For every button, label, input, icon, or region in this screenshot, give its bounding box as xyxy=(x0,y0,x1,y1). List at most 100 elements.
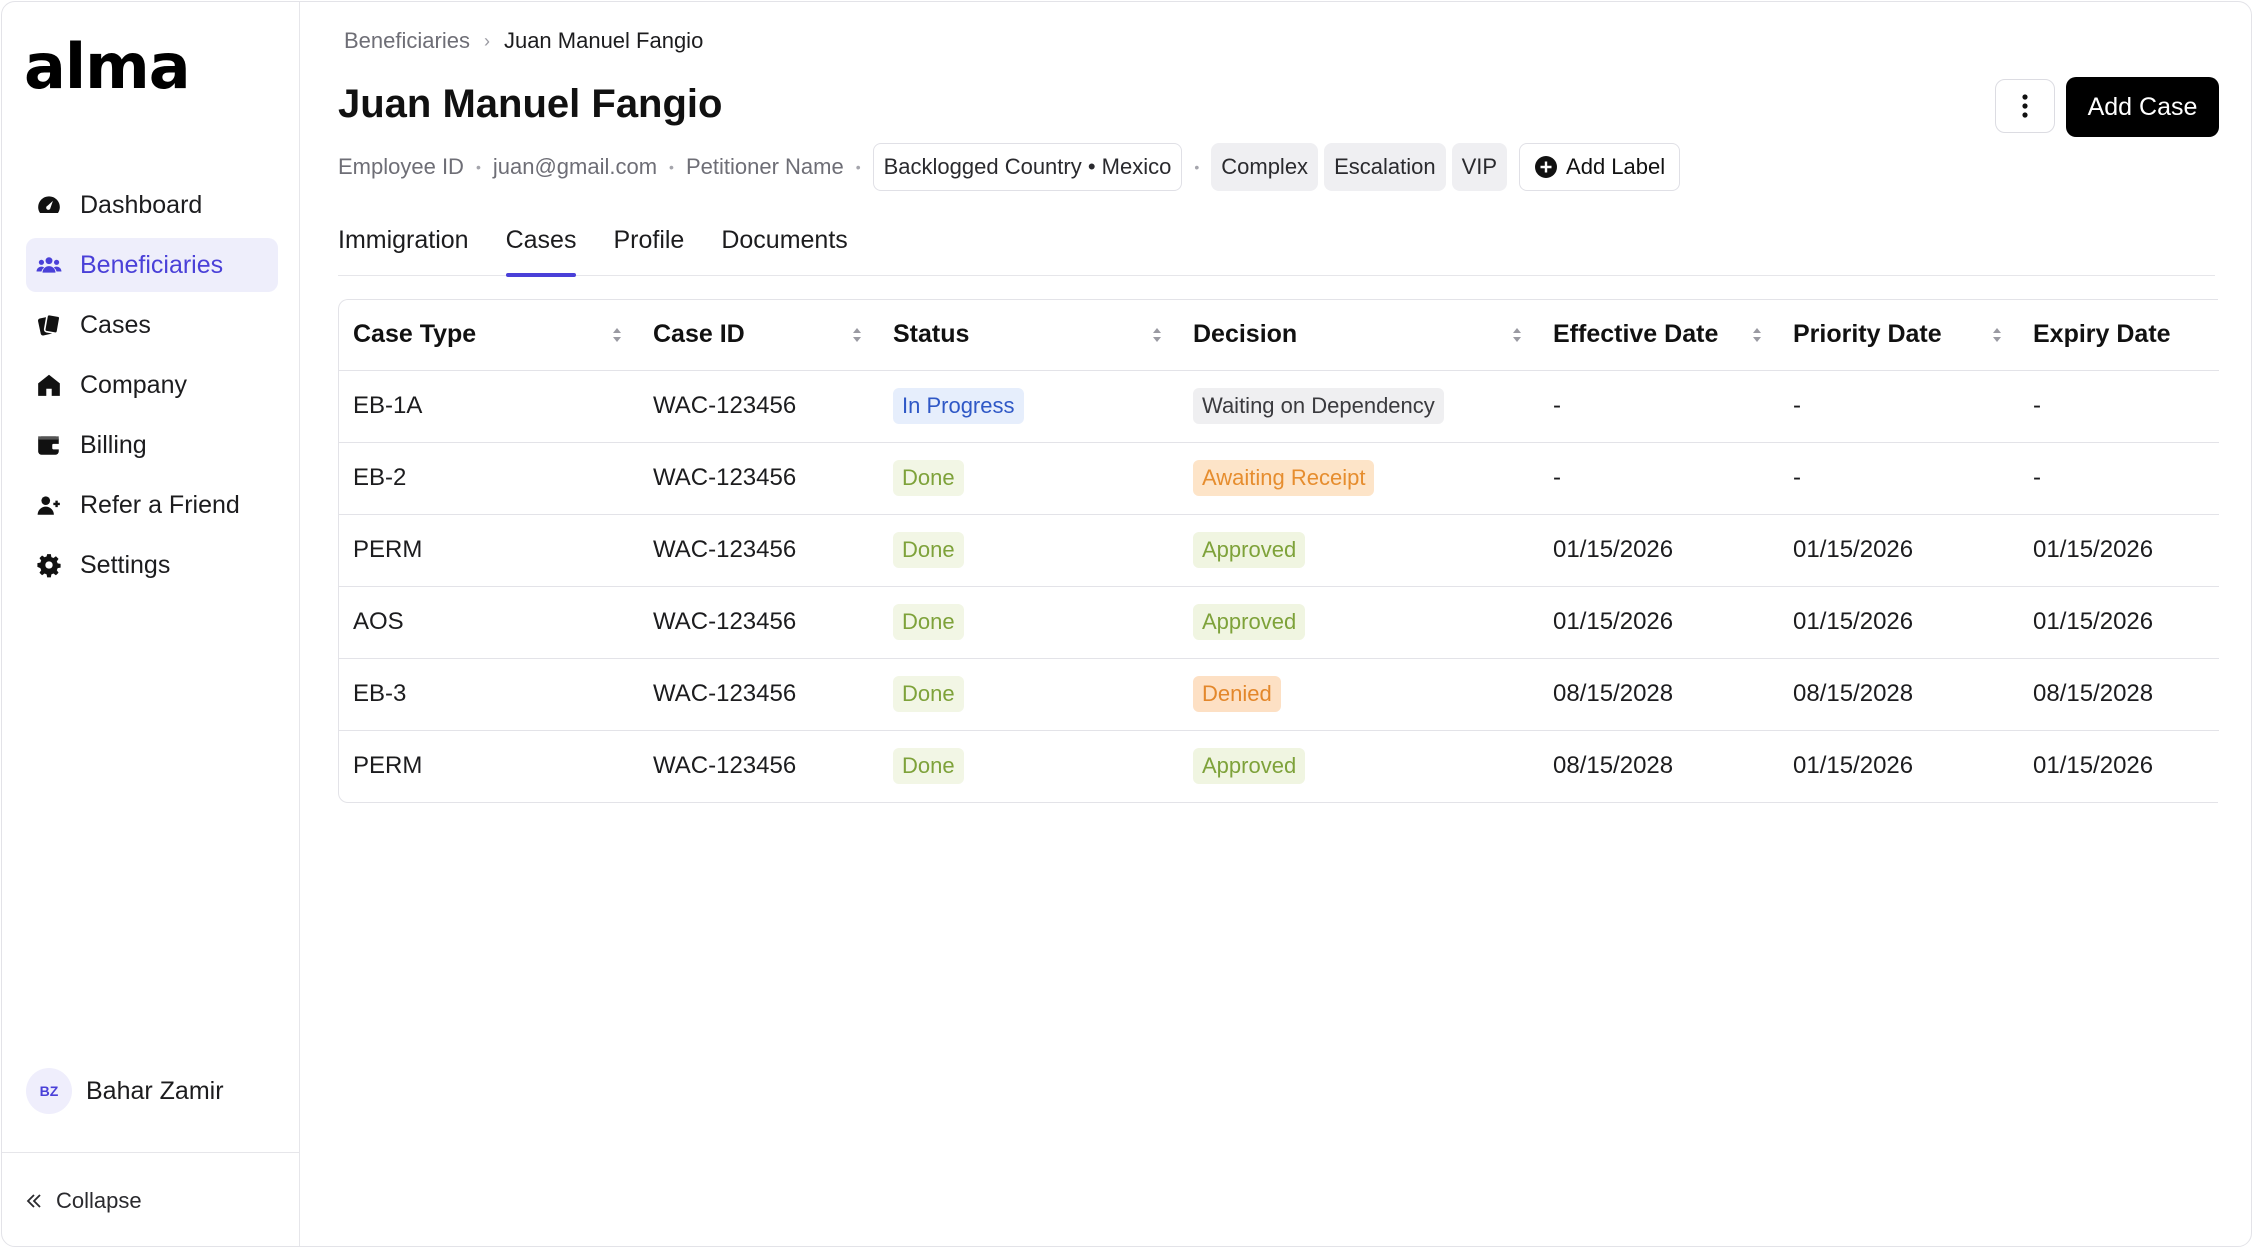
cell-case-id: WAC-123456 xyxy=(639,514,879,587)
cell-case-id: WAC-123456 xyxy=(639,442,879,515)
label-chip-escalation[interactable]: Escalation xyxy=(1324,143,1446,191)
sidebar-item-company[interactable]: Company xyxy=(26,358,278,412)
table-row[interactable]: PERM WAC-123456 Done Approved 08/15/2028… xyxy=(339,730,2219,802)
cell-priority-date: - xyxy=(1779,370,2019,443)
cell-status: In Progress xyxy=(879,370,1179,443)
cell-effective-date: - xyxy=(1539,442,1779,515)
beneficiary-meta: Employee ID • juan@gmail.com • Petitione… xyxy=(338,143,1681,191)
column-header-priority-date[interactable]: Priority Date xyxy=(1779,300,2019,371)
tab-profile[interactable]: Profile xyxy=(613,224,684,276)
column-header-case-id[interactable]: Case ID xyxy=(639,300,879,371)
column-header-effective-date[interactable]: Effective Date xyxy=(1539,300,1779,371)
column-header-case-type[interactable]: Case Type xyxy=(339,300,639,371)
sidebar-nav: Dashboard Beneficiaries Cases Company Bi… xyxy=(26,178,278,598)
sort-icon xyxy=(1993,327,2001,342)
separator-dot: • xyxy=(669,159,674,175)
cell-case-id: WAC-123456 xyxy=(653,752,797,780)
user-profile[interactable]: BZ Bahar Zamir xyxy=(26,1068,224,1114)
column-header-decision[interactable]: Decision xyxy=(1179,300,1539,371)
backlogged-country-chip: Backlogged Country • Mexico xyxy=(872,143,1183,191)
sort-icon xyxy=(853,327,861,342)
main-content: Beneficiaries › Juan Manuel Fangio Juan … xyxy=(300,2,2251,1246)
status-badge: Done xyxy=(893,676,964,712)
employee-id: Employee ID xyxy=(338,154,464,179)
tab-bar: Immigration Cases Profile Documents xyxy=(338,224,2215,277)
cell-case-id: WAC-123456 xyxy=(639,658,879,731)
cell-case-type: EB-3 xyxy=(339,658,639,731)
sidebar-divider xyxy=(2,1152,299,1153)
chevrons-left-icon xyxy=(26,1194,41,1208)
cell-case-type: EB-2 xyxy=(339,442,639,515)
cell-decision: Awaiting Receipt xyxy=(1179,442,1539,515)
separator-dot: • xyxy=(475,159,481,175)
table-row[interactable]: PERM WAC-123456 Done Approved 01/15/2026… xyxy=(339,514,2219,587)
cell-status: Done xyxy=(879,730,1179,802)
sidebar-item-beneficiaries[interactable]: Beneficiaries xyxy=(26,238,278,292)
cell-effective-date: - xyxy=(1539,370,1779,443)
add-label-text: Add Label xyxy=(1566,154,1666,179)
sort-icon xyxy=(613,327,621,342)
petitioner-name: Petitioner Name xyxy=(685,154,844,179)
status-badge: Done xyxy=(893,532,964,568)
decision-badge: Approved xyxy=(1193,604,1306,640)
cell-expiry-date: - xyxy=(2019,370,2219,443)
collapse-button[interactable]: Collapse xyxy=(24,1188,142,1214)
users-icon xyxy=(36,257,62,273)
separator-dot: • xyxy=(855,159,861,175)
tab-immigration[interactable]: Immigration xyxy=(338,224,469,276)
status-badge: Done xyxy=(893,748,964,785)
table-row[interactable]: EB-1A WAC-123456 In Progress Waiting on … xyxy=(339,370,2219,443)
sidebar-item-billing[interactable]: Billing xyxy=(26,418,278,472)
cell-priority-date: 01/15/2026 xyxy=(1779,586,2019,659)
sidebar-item-refer[interactable]: Refer a Friend xyxy=(26,478,278,532)
add-case-button[interactable]: Add Case xyxy=(2066,77,2219,137)
sort-icon xyxy=(1513,327,1521,342)
decision-badge: Awaiting Receipt xyxy=(1193,460,1375,496)
decision-badge: Approved xyxy=(1193,532,1306,568)
cell-expiry-date: 01/15/2026 xyxy=(2019,514,2219,587)
add-label-button[interactable]: Add Label xyxy=(1519,143,1681,191)
cell-decision: Approved xyxy=(1179,586,1539,659)
more-options-button[interactable] xyxy=(1995,79,2055,133)
sidebar: alma Dashboard Beneficiaries Cases Compa… xyxy=(2,2,300,1246)
cell-case-type: PERM xyxy=(339,514,639,587)
cases-icon xyxy=(37,313,61,336)
logo: alma xyxy=(24,30,191,103)
page-title: Juan Manuel Fangio xyxy=(338,82,723,126)
status-badge: Done xyxy=(893,604,964,640)
user-name: Bahar Zamir xyxy=(86,1076,224,1105)
cell-case-id: WAC-123456 xyxy=(639,586,879,659)
sidebar-item-label: Beneficiaries xyxy=(80,250,224,279)
cell-effective-date: 08/15/2028 xyxy=(1539,658,1779,731)
cell-status: Done xyxy=(879,586,1179,659)
cell-priority-date: 01/15/2026 xyxy=(1779,514,2019,587)
sidebar-item-label: Refer a Friend xyxy=(80,490,240,519)
cell-decision: Approved xyxy=(1179,514,1539,587)
tab-cases[interactable]: Cases xyxy=(505,224,576,277)
table-row[interactable]: EB-3 WAC-123456 Done Denied 08/15/2028 0… xyxy=(339,658,2219,731)
label-chip-vip[interactable]: VIP xyxy=(1451,143,1508,191)
cell-expiry-date: 08/15/2028 xyxy=(2019,658,2219,731)
status-badge: Done xyxy=(893,460,964,496)
gear-icon xyxy=(37,554,61,578)
wallet-icon xyxy=(38,436,60,455)
table-row[interactable]: EB-2 WAC-123456 Done Awaiting Receipt - … xyxy=(339,442,2219,515)
tab-documents[interactable]: Documents xyxy=(721,224,847,276)
decision-badge: Denied xyxy=(1193,676,1281,712)
label-chip-complex[interactable]: Complex xyxy=(1211,143,1319,191)
chevron-right-icon: › xyxy=(483,30,490,51)
breadcrumb-link-beneficiaries[interactable]: Beneficiaries xyxy=(344,28,470,54)
cell-case-id: WAC-123456 xyxy=(639,370,879,443)
table-row[interactable]: AOS WAC-123456 Done Approved 01/15/2026 … xyxy=(339,586,2219,659)
column-header-expiry-date[interactable]: Expiry Date xyxy=(2019,300,2219,371)
cell-effective-date: 01/15/2026 xyxy=(1539,514,1779,587)
sidebar-item-label: Company xyxy=(80,370,187,399)
sidebar-item-dashboard[interactable]: Dashboard xyxy=(26,178,278,232)
sort-icon xyxy=(1753,327,1761,342)
app-window: alma Dashboard Beneficiaries Cases Compa… xyxy=(1,1,2252,1247)
column-header-status[interactable]: Status xyxy=(879,300,1179,371)
cell-priority-date: 01/15/2026 xyxy=(1793,752,1914,780)
table-header-row: Case Type Case ID Status Decision Effect… xyxy=(339,300,2219,371)
sidebar-item-settings[interactable]: Settings xyxy=(26,538,278,592)
sidebar-item-cases[interactable]: Cases xyxy=(26,298,278,352)
